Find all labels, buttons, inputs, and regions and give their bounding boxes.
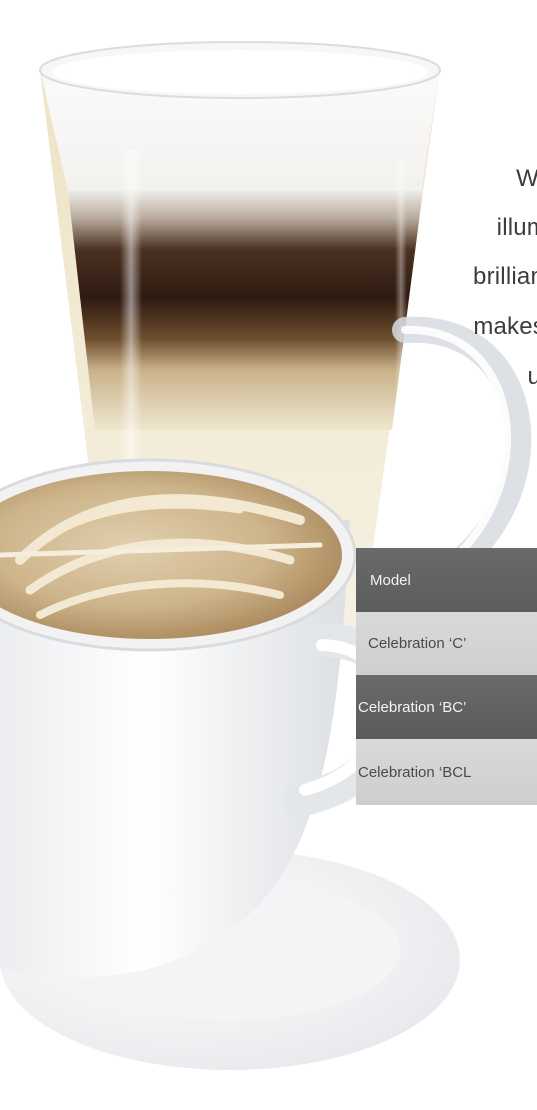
table-cell-model: Celebration ‘C’ xyxy=(368,635,467,652)
model-spec-table: Model Celebration ‘C’ Celebration ‘BC’ C… xyxy=(356,548,537,805)
table-header-row: Model xyxy=(356,548,537,612)
product-page: W illum brillian makes u Model Celebrati… xyxy=(0,0,537,1110)
table-header-model: Model xyxy=(370,571,411,589)
paragraph-line-5: u xyxy=(527,363,537,390)
table-cell-model: Celebration ‘BCL xyxy=(358,763,472,781)
paragraph-line-4: makes xyxy=(473,313,537,340)
table-row: Celebration ‘BCL xyxy=(356,739,537,805)
paragraph-line-3: brillian xyxy=(473,263,537,290)
paragraph-line-1: W xyxy=(516,165,537,192)
paragraph-line-2: illum xyxy=(496,214,537,241)
description-paragraph: W illum brillian makes u xyxy=(0,0,537,420)
table-row: Celebration ‘C’ xyxy=(356,612,537,675)
table-cell-model: Celebration ‘BC’ xyxy=(358,698,467,716)
table-row: Celebration ‘BC’ xyxy=(356,675,537,739)
